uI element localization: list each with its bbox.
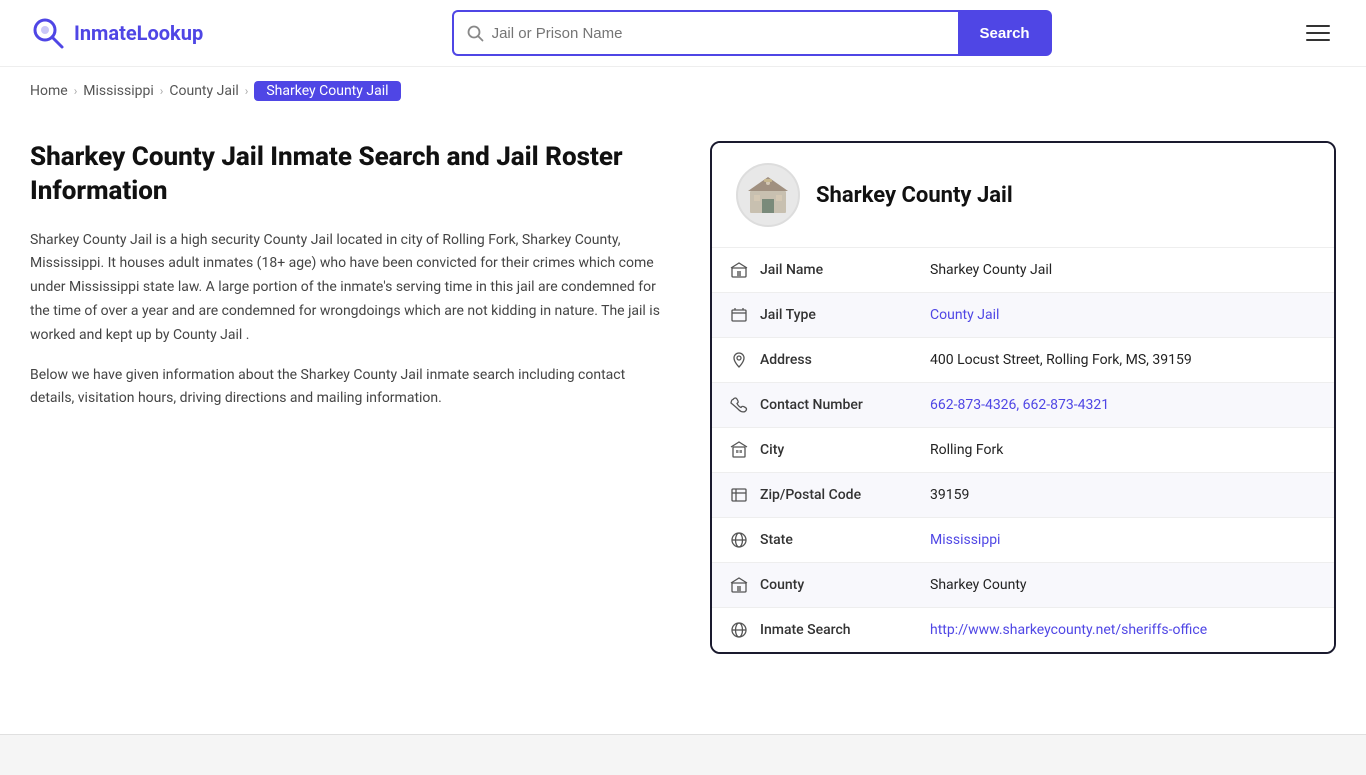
hamburger-line-2 <box>1306 32 1330 34</box>
table-value-cell: Sharkey County <box>912 563 1334 608</box>
row-label-text: Contact Number <box>760 397 863 413</box>
table-row: State Mississippi <box>712 518 1334 563</box>
table-row: County Sharkey County <box>712 563 1334 608</box>
table-value-cell: Rolling Fork <box>912 428 1334 473</box>
search-icon <box>466 24 484 42</box>
table-value-link[interactable]: Mississippi <box>930 532 1000 548</box>
table-label-cell: State <box>712 518 912 563</box>
table-row: Address 400 Locust Street, Rolling Fork, … <box>712 338 1334 383</box>
hamburger-menu[interactable] <box>1300 19 1336 47</box>
info-card: Sharkey County Jail Jail Name Sharkey Cou… <box>710 141 1336 654</box>
table-value-text: Sharkey County Jail <box>930 262 1052 278</box>
table-value-cell: Sharkey County Jail <box>912 248 1334 293</box>
page-title: Sharkey County Jail Inmate Search and Ja… <box>30 141 670 209</box>
table-row: Zip/Postal Code 39159 <box>712 473 1334 518</box>
logo-icon <box>30 15 66 51</box>
jail-building-icon <box>744 171 792 219</box>
table-value-text: 400 Locust Street, Rolling Fork, MS, 391… <box>930 352 1192 368</box>
table-value-cell: 39159 <box>912 473 1334 518</box>
table-row: Jail Name Sharkey County Jail <box>712 248 1334 293</box>
table-label-cell: Address <box>712 338 912 383</box>
search-button[interactable]: Search <box>958 10 1052 56</box>
breadcrumb: Home › Mississippi › County Jail › Shark… <box>0 67 1366 111</box>
card-header: Sharkey County Jail <box>712 143 1334 248</box>
jail-icon <box>730 261 750 279</box>
breadcrumb-current: Sharkey County Jail <box>254 81 400 101</box>
breadcrumb-home[interactable]: Home <box>30 83 68 99</box>
main-content: Sharkey County Jail Inmate Search and Ja… <box>0 111 1366 694</box>
hamburger-line-1 <box>1306 25 1330 27</box>
row-label-text: Inmate Search <box>760 622 851 638</box>
table-value-cell: 662-873-4326, 662-873-4321 <box>912 383 1334 428</box>
table-value-text: Sharkey County <box>930 577 1027 593</box>
table-label-cell: Zip/Postal Code <box>712 473 912 518</box>
table-value-text: 39159 <box>930 487 969 503</box>
row-label-text: Address <box>760 352 812 368</box>
state-icon <box>730 531 750 549</box>
row-label-text: Zip/Postal Code <box>760 487 861 503</box>
table-row: Contact Number 662-873-4326, 662-873-4321 <box>712 383 1334 428</box>
table-value-link[interactable]: 662-873-4326, 662-873-4321 <box>930 397 1109 413</box>
table-value-text: Rolling Fork <box>930 442 1003 458</box>
site-header: InmateLookup Search <box>0 0 1366 67</box>
jail-avatar <box>736 163 800 227</box>
hamburger-line-3 <box>1306 39 1330 41</box>
info-table: Jail Name Sharkey County Jail Jail Type Cou… <box>712 248 1334 652</box>
table-label-cell: Contact Number <box>712 383 912 428</box>
breadcrumb-sep-3: › <box>245 84 249 98</box>
zip-icon <box>730 486 750 504</box>
table-value-cell: http://www.sharkeycounty.net/sheriffs-of… <box>912 608 1334 653</box>
right-column: Sharkey County Jail Jail Name Sharkey Cou… <box>710 141 1336 654</box>
left-column: Sharkey County Jail Inmate Search and Ja… <box>30 141 670 411</box>
table-row: City Rolling Fork <box>712 428 1334 473</box>
row-label-text: County <box>760 577 804 593</box>
address-icon <box>730 351 750 369</box>
inmate-icon <box>730 621 750 639</box>
row-label-text: Jail Name <box>760 262 823 278</box>
row-label-text: City <box>760 442 784 458</box>
breadcrumb-sep-2: › <box>160 84 164 98</box>
county-icon <box>730 576 750 594</box>
search-input[interactable] <box>492 25 946 42</box>
type-icon <box>730 306 750 324</box>
page-description: Sharkey County Jail is a high security C… <box>30 229 670 348</box>
breadcrumb-state[interactable]: Mississippi <box>83 83 153 99</box>
logo-text: InmateLookup <box>74 21 203 45</box>
logo[interactable]: InmateLookup <box>30 15 203 51</box>
city-icon <box>730 441 750 459</box>
search-input-wrapper <box>452 10 958 56</box>
breadcrumb-sep-1: › <box>74 84 78 98</box>
table-value-cell: County Jail <box>912 293 1334 338</box>
table-label-cell: Jail Name <box>712 248 912 293</box>
card-jail-name: Sharkey County Jail <box>816 183 1013 208</box>
table-value-cell: 400 Locust Street, Rolling Fork, MS, 391… <box>912 338 1334 383</box>
row-label-text: State <box>760 532 793 548</box>
table-value-link[interactable]: http://www.sharkeycounty.net/sheriffs-of… <box>930 622 1207 638</box>
footer <box>0 734 1366 775</box>
phone-icon <box>730 396 750 414</box>
search-bar: Search <box>452 10 1052 56</box>
table-label-cell: Jail Type <box>712 293 912 338</box>
breadcrumb-type[interactable]: County Jail <box>169 83 238 99</box>
table-label-cell: City <box>712 428 912 473</box>
table-row: Inmate Search http://www.sharkeycounty.ne… <box>712 608 1334 653</box>
page-description-2: Below we have given information about th… <box>30 364 670 412</box>
table-row: Jail Type County Jail <box>712 293 1334 338</box>
row-label-text: Jail Type <box>760 307 816 323</box>
table-value-cell: Mississippi <box>912 518 1334 563</box>
table-label-cell: County <box>712 563 912 608</box>
table-value-link[interactable]: County Jail <box>930 307 999 323</box>
table-label-cell: Inmate Search <box>712 608 912 653</box>
